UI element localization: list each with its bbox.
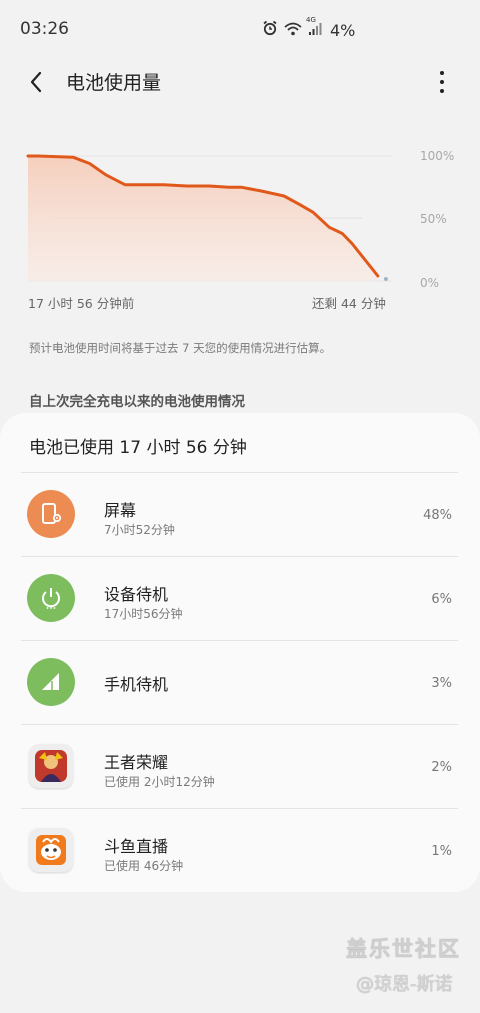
screen-settings-icon: [27, 490, 75, 538]
usage-item-name: 王者荣耀: [104, 753, 169, 772]
usage-item-percent: 6%: [431, 592, 452, 607]
honor-of-kings-app-icon: [29, 744, 73, 788]
status-time: 03:26: [20, 19, 69, 39]
y-tick-100: 100%: [420, 149, 455, 163]
signal-icon: 4G: [306, 16, 322, 40]
status-icons: 4G 4%: [262, 16, 356, 40]
usage-item-percent: 1%: [431, 844, 452, 859]
usage-total: 电池已使用 17 小时 56 分钟: [29, 438, 247, 458]
power-icon: [27, 574, 75, 622]
usage-item-name: 设备待机: [104, 585, 169, 604]
estimate-note: 预计电池使用时间将基于过去 7 天您的使用情况进行估算。: [29, 341, 332, 355]
usage-item-time: 17小时56分钟: [104, 607, 183, 621]
usage-item-douyu[interactable]: 斗鱼直播 已使用 46分钟 1%: [0, 809, 480, 893]
usage-item-honor-of-kings[interactable]: 王者荣耀 已使用 2小时12分钟 2%: [0, 725, 480, 809]
more-vert-icon: [440, 71, 444, 75]
usage-item-time: 已使用 2小时12分钟: [104, 775, 215, 789]
wifi-icon: [284, 21, 302, 40]
usage-item-time: 7小时52分钟: [104, 523, 175, 537]
usage-item-name: 手机待机: [104, 675, 169, 694]
back-arrow-icon: [30, 71, 42, 93]
app-bar: 电池使用量: [0, 58, 480, 106]
y-tick-50: 50%: [420, 212, 447, 226]
chart-start-label: 17 小时 56 分钟前: [28, 296, 135, 311]
network-type: 4G: [306, 15, 316, 24]
y-tick-0: 0%: [420, 276, 440, 290]
watermark-community: 盖乐世社区: [346, 937, 461, 961]
usage-item-device-standby[interactable]: 设备待机 17小时56分钟 6%: [0, 557, 480, 641]
usage-card: 电池已使用 17 小时 56 分钟 屏幕 7小时52分钟 48% 设备待机 17…: [0, 413, 480, 892]
alarm-icon: [262, 20, 278, 40]
section-title: 自上次完全充电以来的电池使用情况: [29, 394, 245, 410]
usage-item-phone-standby[interactable]: 手机待机 3%: [0, 641, 480, 725]
douyu-app-icon: [29, 828, 73, 872]
usage-item-screen[interactable]: 屏幕 7小时52分钟 48%: [0, 473, 480, 557]
more-options-button[interactable]: [430, 67, 454, 97]
usage-item-time: 已使用 46分钟: [104, 859, 184, 873]
usage-item-name: 斗鱼直播: [104, 837, 169, 856]
watermark-author: @琼恩-斯诺: [356, 974, 453, 995]
cell-signal-icon: [27, 658, 75, 706]
page-title: 电池使用量: [66, 72, 162, 94]
chart-end-label: 还剩 44 分钟: [312, 296, 386, 311]
projection-end-dot: [383, 277, 388, 281]
battery-level: 4%: [330, 20, 356, 40]
back-button[interactable]: [22, 68, 50, 96]
usage-item-percent: 48%: [423, 508, 452, 523]
usage-item-percent: 3%: [431, 676, 452, 691]
usage-item-percent: 2%: [431, 760, 452, 775]
status-bar: 03:26 4G 4%: [0, 0, 480, 58]
usage-item-name: 屏幕: [104, 501, 137, 520]
